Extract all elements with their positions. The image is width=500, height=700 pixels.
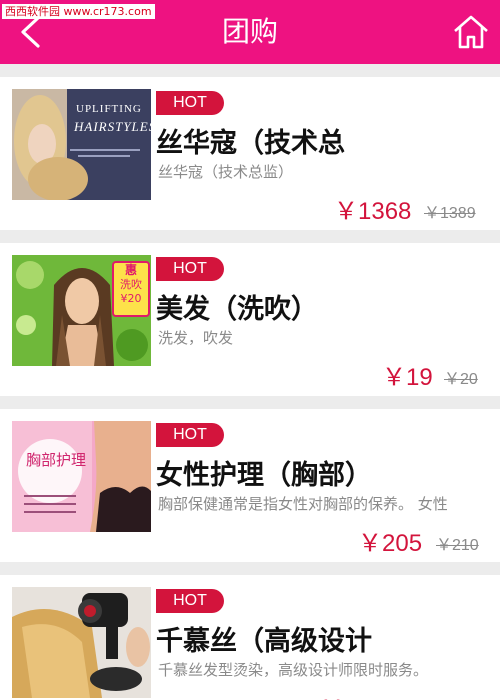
deal-original-price: ￥20 (444, 371, 478, 388)
deal-thumbnail: 惠 洗吹 ¥20 (12, 255, 151, 366)
promo-sticker: 惠 洗吹 ¥20 (112, 261, 150, 317)
deal-original-price: ￥210 (436, 537, 479, 554)
home-icon[interactable] (452, 14, 490, 50)
hot-badge: HOT (156, 423, 224, 447)
deal-price: ￥205 (358, 530, 423, 557)
deal-original-price: ￥1389 (424, 205, 476, 222)
deal-name: 女性护理（胸部） (156, 460, 372, 491)
hot-badge: HOT (156, 91, 224, 115)
thumb-text: HAIRSTYLES (74, 119, 151, 134)
deal-thumbnail (12, 587, 151, 698)
sticker-text: 洗吹 (120, 278, 142, 291)
deal-description: 丝华寇（技术总监） (158, 163, 294, 181)
deal-price: ￥19 (382, 364, 433, 391)
deal-price: ￥498.00 (320, 689, 417, 700)
deal-name: 美发（洗吹） (156, 294, 318, 325)
deal-list: UPLIFTING HAIRSTYLES HOT 丝华寇（技术总 丝华寇（技术总… (0, 77, 500, 700)
hot-badge: HOT (156, 257, 224, 281)
deal-thumbnail: UPLIFTING HAIRSTYLES (12, 89, 151, 200)
chest-care-photo (12, 421, 151, 532)
deal-description: 千慕丝发型烫染，高级设计师限时服务。 (158, 661, 429, 679)
sticker-text: ¥20 (120, 292, 142, 305)
deal-card[interactable]: 惠 洗吹 ¥20 HOT 美发（洗吹） 洗发，吹发 ￥19 ￥20 (0, 243, 500, 396)
deal-name: 千慕丝（高级设计 (156, 626, 372, 657)
sticker-text: 惠 (124, 263, 137, 277)
hot-badge: HOT (156, 589, 224, 613)
deal-card[interactable]: 胸部护理 HOT 女性护理（胸部） 胸部保健通常是指女性对胸部的保养。 女性 ￥… (0, 409, 500, 562)
thumb-text: 胸部护理 (26, 451, 87, 469)
hair-dryer-photo (12, 587, 151, 698)
deal-description: 洗发，吹发 (158, 329, 234, 347)
deal-thumbnail: 胸部护理 (12, 421, 151, 532)
deal-card[interactable]: HOT 千慕丝（高级设计 千慕丝发型烫染，高级设计师限时服务。 ￥498.00 (0, 575, 500, 700)
page-title: 团购 (221, 15, 278, 48)
deal-card[interactable]: UPLIFTING HAIRSTYLES HOT 丝华寇（技术总 丝华寇（技术总… (0, 77, 500, 230)
deal-description: 胸部保健通常是指女性对胸部的保养。 女性 (158, 495, 448, 513)
thumb-text: UPLIFTING (76, 103, 142, 115)
deal-name: 丝华寇（技术总 (156, 128, 345, 159)
deal-price: ￥1368 (334, 198, 412, 225)
app-header: 西西软件园 www.cr173.com 团购 (0, 0, 500, 64)
